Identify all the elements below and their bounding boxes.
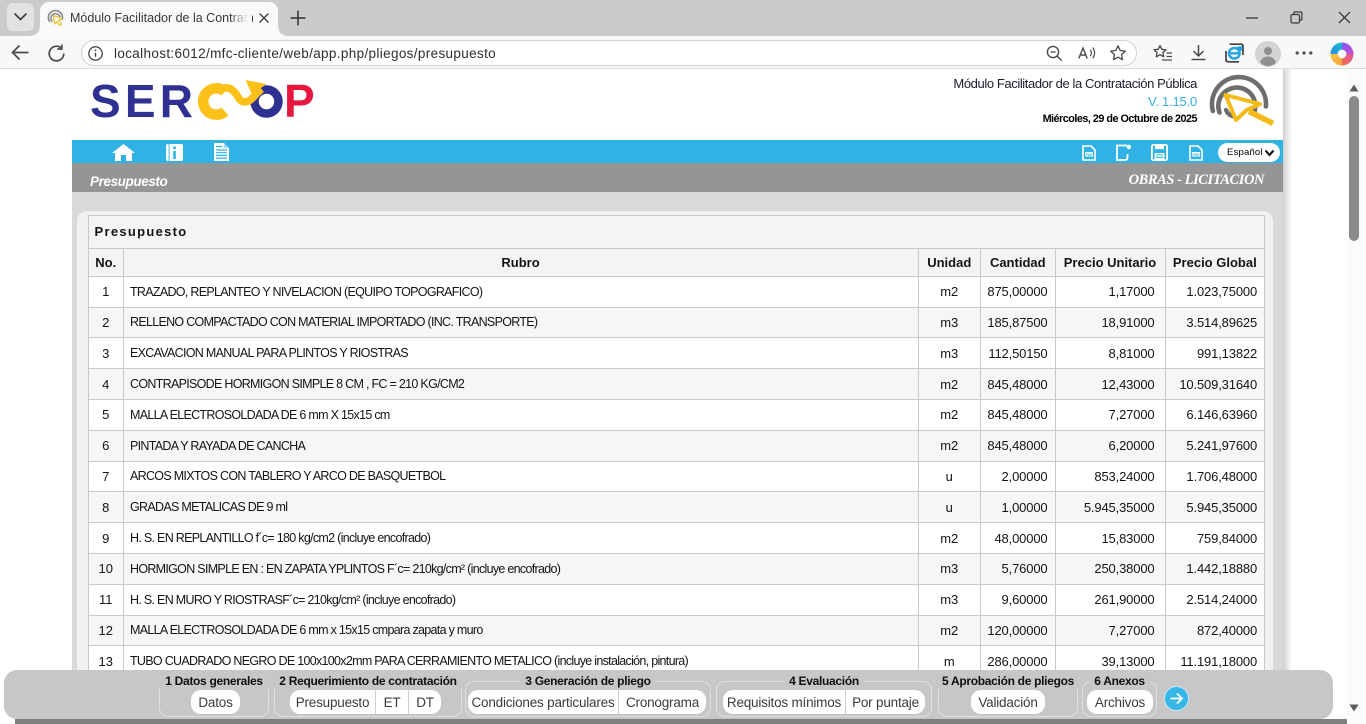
svg-text:SER: SER: [90, 76, 197, 124]
svg-text:PDF: PDF: [1193, 153, 1201, 157]
svg-text:P: P: [284, 76, 315, 124]
svg-text:PDF: PDF: [1086, 153, 1094, 157]
